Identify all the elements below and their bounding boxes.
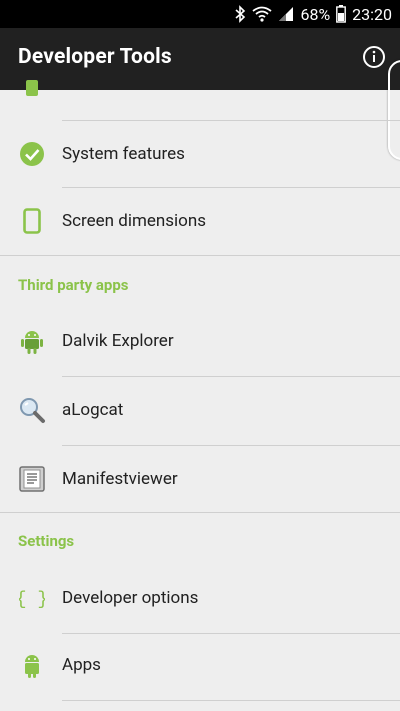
- magnifier-icon: [18, 396, 46, 424]
- list-item-label: Apps: [62, 654, 101, 675]
- braces-icon: { }: [18, 584, 46, 612]
- divider: [0, 512, 400, 513]
- android-outline-icon: [18, 651, 46, 679]
- phone-icon: [18, 207, 46, 235]
- list-item-label: Dalvik Explorer: [62, 330, 174, 351]
- list-item-alogcat[interactable]: aLogcat: [0, 376, 400, 443]
- list-item-screen-dimensions[interactable]: Screen dimensions: [0, 187, 400, 254]
- svg-text:{ }: { }: [19, 590, 45, 610]
- document-icon: [18, 465, 46, 493]
- bluetooth-icon: [234, 5, 246, 23]
- partial-item-icon: [18, 74, 46, 102]
- list-item-developer-options[interactable]: { } Developer options: [0, 564, 400, 631]
- list-item-manifestviewer[interactable]: Manifestviewer: [0, 445, 400, 512]
- list-item-dalvik-explorer[interactable]: Dalvik Explorer: [0, 307, 400, 374]
- status-bar: 68% 23:20: [0, 0, 400, 28]
- divider: [62, 700, 400, 701]
- wifi-icon: [252, 6, 273, 22]
- tools-list: System features Screen dimensions Third …: [0, 79, 400, 711]
- section-header-third-party: Third party apps: [18, 276, 129, 294]
- list-item-apps[interactable]: Apps: [0, 631, 400, 698]
- list-item-label: Developer options: [62, 587, 199, 608]
- check-circle-icon: [18, 140, 46, 168]
- battery-percentage: 68%: [300, 4, 331, 24]
- list-item-label: System features: [62, 143, 185, 164]
- battery-icon: [336, 5, 347, 23]
- section-header-settings: Settings: [18, 532, 75, 550]
- clock: 23:20: [352, 4, 392, 24]
- list-item-partial[interactable]: [0, 54, 400, 121]
- divider: [0, 255, 400, 256]
- list-item-label: Manifestviewer: [62, 468, 178, 489]
- list-item-label: Screen dimensions: [62, 210, 207, 231]
- android-icon: [18, 327, 46, 355]
- list-item-label: aLogcat: [62, 399, 124, 420]
- signal-icon: [278, 6, 294, 22]
- list-item-system-features[interactable]: System features: [0, 120, 400, 187]
